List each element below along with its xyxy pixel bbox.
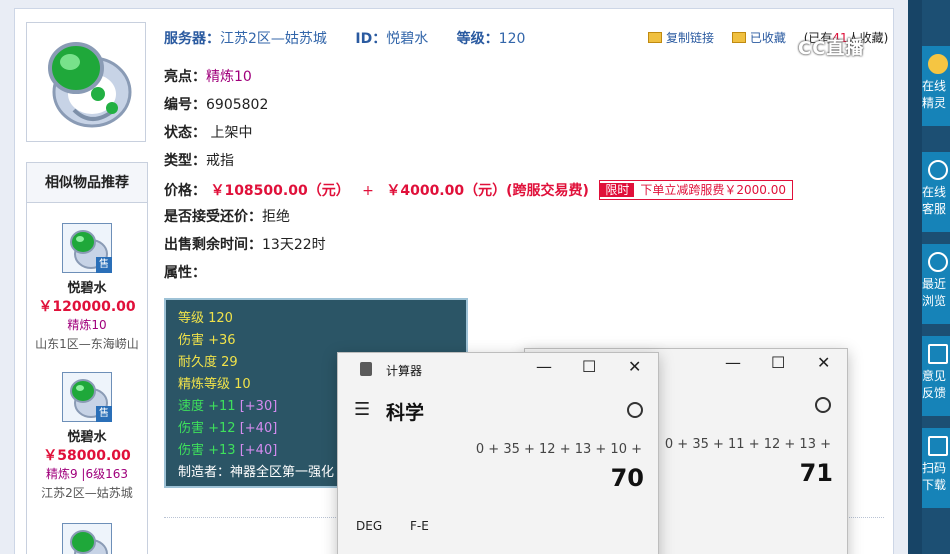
sidebar-item-scan-download[interactable]: 扫码下载 (922, 428, 950, 508)
history-icon[interactable] (627, 402, 643, 418)
fee-value: ￥4000.00（元）(跨服交易费) (386, 183, 589, 199)
calculator-result: 71 (799, 459, 833, 487)
attributes-row: 属性： (164, 265, 206, 281)
minimize-button[interactable]: — (536, 357, 552, 376)
clock-icon (928, 252, 948, 272)
hamburger-menu-icon[interactable]: ☰ (354, 399, 370, 420)
similar-items-panel: 相似物品推荐 售 悦碧水 ￥120000.00 精炼10 山东1区—东海崂山 售… (26, 162, 148, 554)
similar-item[interactable]: 售 悦碧水 ￥120000.00 精炼10 山东1区—东海崂山 (27, 203, 147, 352)
limit-offer-badge: 限时 下单立减跨服费￥2000.00 (599, 180, 793, 200)
level-info: 等级：120 (456, 31, 526, 47)
time-left-row: 出售剩余时间：13天22时 (164, 237, 326, 253)
close-button[interactable]: ✕ (817, 353, 830, 372)
similar-item-server: 山东1区—东海崂山 (35, 337, 139, 351)
item-details: 亮点：精炼10 编号：6905802 状态： 上架中 类型：戒指 价格： ￥10… (164, 68, 793, 292)
favorite-button[interactable]: 已收藏 (731, 31, 786, 45)
close-button[interactable]: ✕ (628, 357, 641, 376)
sale-badge: 售 (96, 257, 112, 273)
similar-item-image[interactable]: 售 (62, 223, 112, 273)
minimize-button[interactable]: — (725, 353, 741, 372)
similar-item-refine: 精炼9 |6级163 (45, 467, 129, 481)
attr-line: 等级 120 (178, 311, 233, 326)
similar-item-price: ￥58000.00 (43, 448, 131, 464)
similar-item[interactable]: 售 悦碧水 ￥58000.00 精炼9 |6级163 江苏2区—姑苏城 (27, 352, 147, 501)
sprite-avatar-icon (928, 54, 948, 74)
highlight-row: 亮点：精炼10 (164, 69, 252, 85)
sidebar-item-recent[interactable]: 最近浏览 (922, 244, 950, 324)
calculator-result: 70 (610, 464, 644, 492)
deg-button[interactable]: DEG (356, 519, 382, 533)
calculator-expression: 0 + 35 + 12 + 13 + 10 + (475, 442, 642, 457)
price-row: 价格： ￥108500.00（元） + ￥4000.00（元）(跨服交易费) 限… (164, 180, 793, 208)
similar-items-title: 相似物品推荐 (27, 163, 147, 203)
similar-item-server: 江苏2区—姑苏城 (41, 486, 133, 500)
sidebar-edge (908, 0, 922, 554)
qr-scan-icon (928, 436, 948, 456)
similar-item-price: ￥120000.00 (38, 299, 136, 315)
price-value: ￥108500.00（元） (210, 183, 350, 199)
type-row: 类型：戒指 (164, 153, 234, 169)
fe-button[interactable]: F-E (410, 519, 429, 533)
sidebar-item-feedback[interactable]: 意见反馈 (922, 336, 950, 416)
id-info: ID：悦碧水 (355, 31, 429, 47)
history-icon[interactable] (815, 397, 831, 413)
calculator-titlebar[interactable]: 计算器 — ☐ ✕ (338, 353, 658, 383)
similar-item-refine: 精炼10 (67, 318, 107, 332)
calculator-expression: 0 + 35 + 11 + 12 + 13 + (664, 437, 831, 452)
calculator-window[interactable]: 计算器 — ☐ ✕ ☰ 科学 0 + 35 + 12 + 13 + 10 + 7… (337, 352, 659, 554)
stream-watermark: CC直播 (798, 38, 865, 59)
headset-icon (928, 160, 948, 180)
similar-item-name[interactable]: 悦碧水 (27, 426, 147, 445)
item-header: 服务器：江苏2区—姑苏城 ID：悦碧水 等级：120 (164, 28, 549, 48)
similar-item-image[interactable]: 售 (62, 372, 112, 422)
maximize-button[interactable]: ☐ (771, 353, 785, 372)
edit-icon (928, 344, 948, 364)
similar-item[interactable] (27, 501, 147, 554)
sale-badge: 售 (96, 406, 112, 422)
server-info: 服务器：江苏2区—姑苏城 (164, 31, 327, 47)
jade-ring-icon (70, 530, 108, 554)
jade-ring-icon (48, 42, 132, 128)
calculator-title: 计算器 (386, 364, 423, 378)
status-row: 状态： 上架中 (164, 125, 253, 141)
sidebar-item-online-service[interactable]: 在线客服 (922, 152, 950, 232)
calculator-app-icon (360, 362, 372, 376)
attr-line: 伤害 +36 (178, 333, 236, 348)
similar-item-name[interactable]: 悦碧水 (27, 277, 147, 296)
bargain-row: 是否接受还价：拒绝 (164, 209, 290, 225)
sidebar-item-online-sprite[interactable]: 在线精灵 (922, 46, 950, 126)
item-image (26, 22, 146, 142)
folder-icon (648, 32, 662, 43)
similar-item-image[interactable] (62, 523, 112, 554)
number-row: 编号：6905802 (164, 97, 269, 113)
calculator-mode: 科学 (386, 402, 425, 424)
maximize-button[interactable]: ☐ (582, 357, 596, 376)
folder-star-icon (731, 32, 746, 43)
copy-link-button[interactable]: 复制链接 (648, 31, 714, 45)
